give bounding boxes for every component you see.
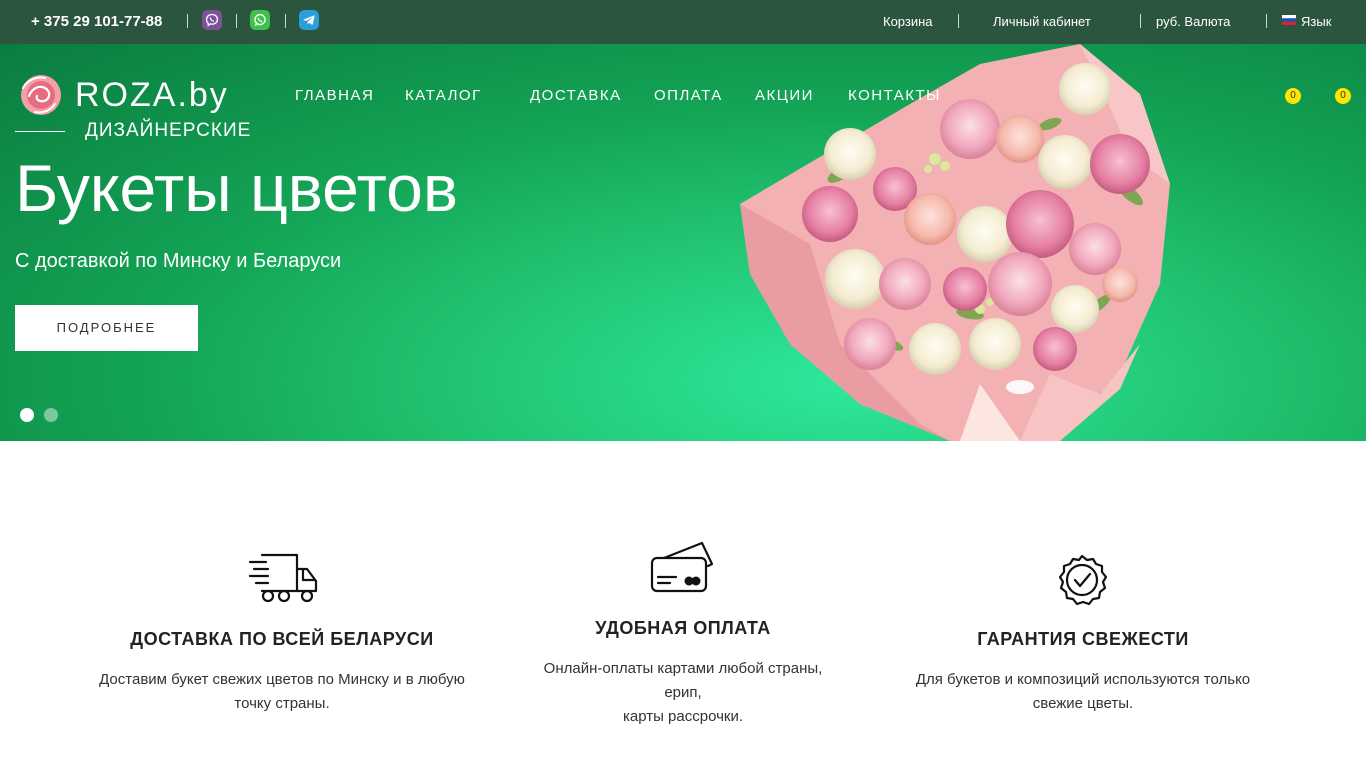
- nav-catalog[interactable]: КАТАЛОГ: [405, 87, 482, 104]
- viber-icon[interactable]: [202, 10, 222, 30]
- nav-promotions[interactable]: АКЦИИ: [755, 87, 814, 104]
- logo-name: ROZA.by: [75, 76, 229, 114]
- rose-logo-icon: [21, 75, 61, 115]
- hero-subtitle: С доставкой по Минску и Беларуси: [15, 250, 342, 272]
- delivery-truck-icon: [248, 553, 318, 603]
- cart-link[interactable]: Корзина: [883, 14, 933, 29]
- currency-selector[interactable]: руб. Валюта: [1156, 14, 1230, 29]
- phone-link[interactable]: + 375 29 101-77-88: [31, 13, 162, 30]
- wishlist-button[interactable]: [1262, 88, 1282, 108]
- slider-dot-1[interactable]: [20, 408, 34, 422]
- feature-text-line: Онлайн-оплаты картами любой страны,: [543, 660, 823, 677]
- quality-check-icon: [1058, 554, 1108, 606]
- more-details-button[interactable]: ПОДРОБНЕЕ: [15, 305, 198, 351]
- feature-title: УДОБНАЯ ОПЛАТА: [595, 618, 771, 638]
- divider: [236, 14, 237, 28]
- feature-delivery: ДОСТАВКА ПО ВСЕЙ БЕЛАРУСИ Доставим букет…: [82, 629, 482, 716]
- account-link[interactable]: Личный кабинет: [993, 14, 1091, 29]
- whatsapp-icon[interactable]: [250, 10, 270, 30]
- logo-tagline: ДИЗАЙНЕРСКИЕ: [85, 120, 252, 141]
- hero-title: Букеты цветов: [15, 151, 458, 225]
- cart-count-badge: 0: [1335, 88, 1351, 104]
- nav-delivery[interactable]: ДОСТАВКА: [530, 87, 622, 104]
- top-bar: + 375 29 101-77-88 Корзина Личный кабине…: [0, 0, 1366, 44]
- feature-text: Для букетов и композиций используются то…: [915, 671, 1251, 712]
- feature-text: Онлайн-оплаты картами любой страны, ерип…: [483, 657, 883, 729]
- credit-card-icon: [650, 541, 714, 593]
- feature-freshness: ГАРАНТИЯ СВЕЖЕСТИ Для букетов и композиц…: [883, 629, 1283, 716]
- slider-dot-2[interactable]: [44, 408, 58, 422]
- divider: [1266, 14, 1267, 28]
- feature-title: ГАРАНТИЯ СВЕЖЕСТИ: [977, 629, 1189, 649]
- russia-flag-icon: [1282, 15, 1296, 25]
- feature-title: ДОСТАВКА ПО ВСЕЙ БЕЛАРУСИ: [130, 629, 434, 649]
- language-selector[interactable]: Язык: [1301, 14, 1331, 29]
- nav-payment[interactable]: ОПЛАТА: [654, 87, 723, 104]
- divider: [187, 14, 188, 28]
- hero-slider: ROZA.by ДИЗАЙНЕРСКИЕ ГЛАВНАЯ КАТАЛОГ ДОС…: [0, 44, 1366, 441]
- header-cart-button[interactable]: [1312, 88, 1332, 108]
- telegram-icon[interactable]: [299, 10, 319, 30]
- wishlist-count-badge: 0: [1285, 88, 1301, 104]
- nav-contacts[interactable]: КОНТАКТЫ: [848, 87, 941, 104]
- divider: [1140, 14, 1141, 28]
- feature-text-line: ерип,: [664, 684, 702, 701]
- feature-text-line: карты рассрочки.: [622, 708, 744, 725]
- feature-text: Доставим букет свежих цветов по Минску и…: [99, 671, 465, 712]
- divider: [285, 14, 286, 28]
- logo-underline: [15, 131, 65, 132]
- feature-payment: УДОБНАЯ ОПЛАТА Онлайн-оплаты картами люб…: [483, 618, 883, 729]
- nav-home[interactable]: ГЛАВНАЯ: [295, 87, 374, 104]
- divider: [958, 14, 959, 28]
